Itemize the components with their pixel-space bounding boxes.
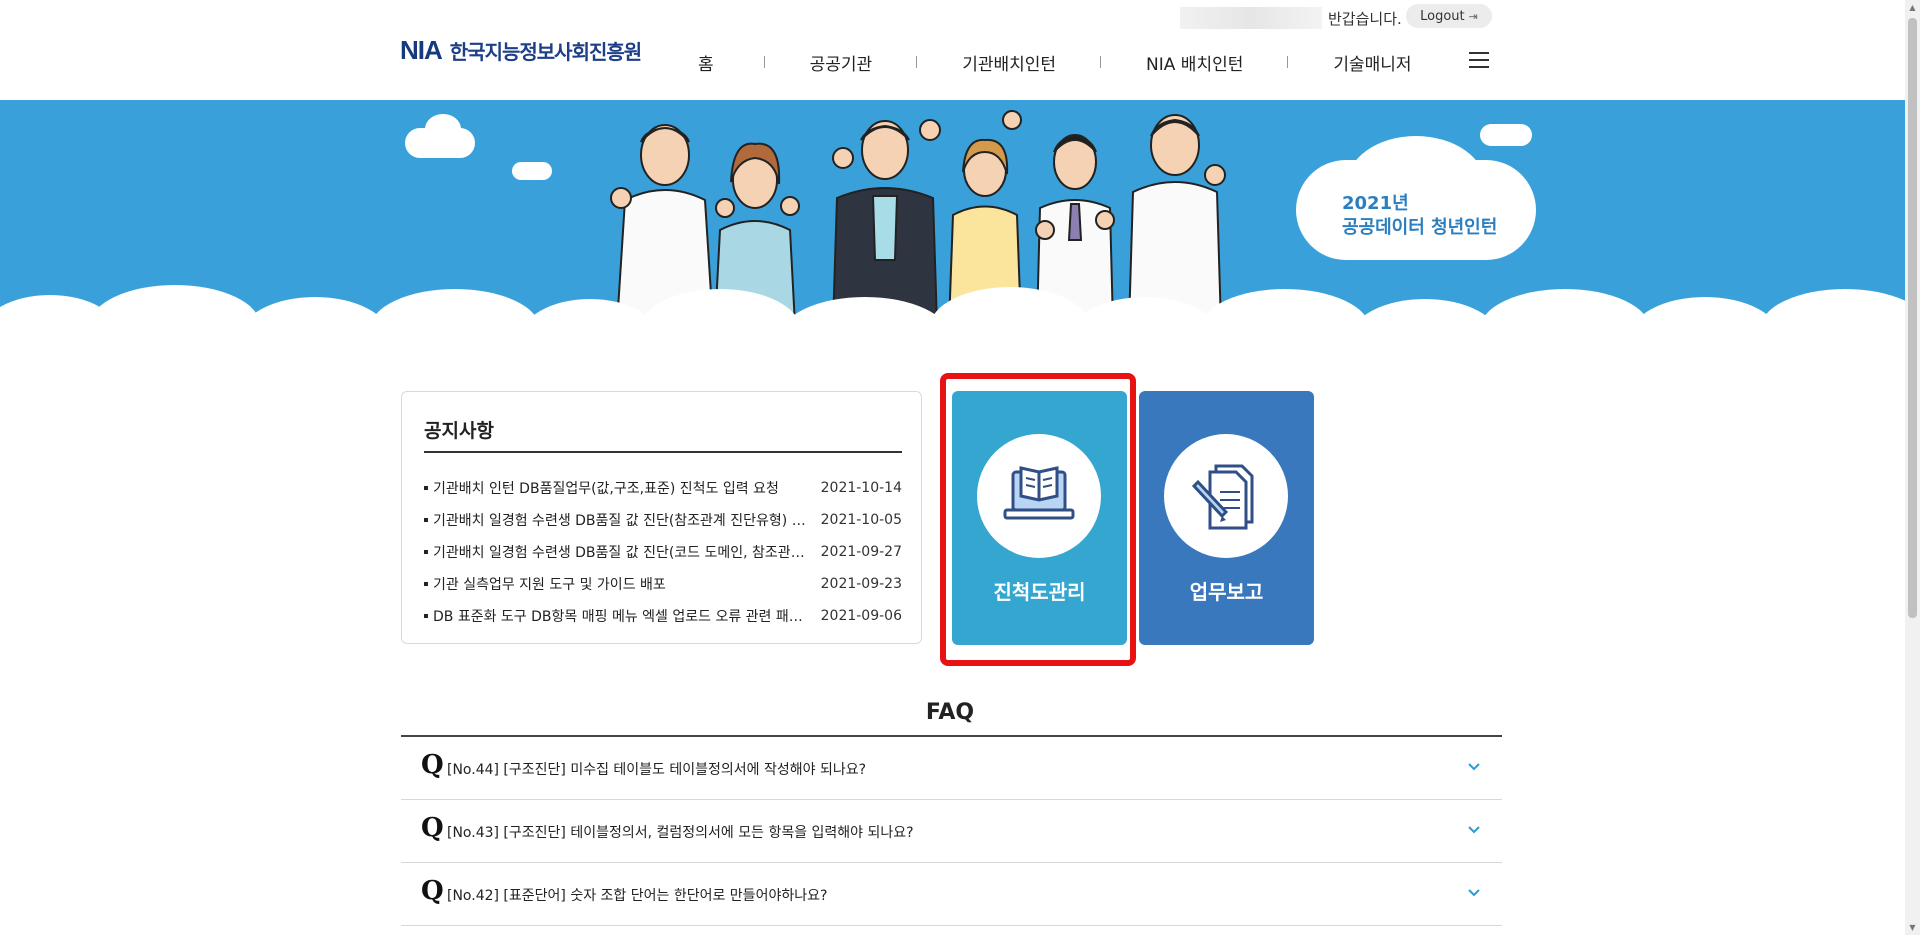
chevron-down-icon[interactable] [1468, 761, 1480, 773]
vertical-scrollbar[interactable]: ▲ ▼ [1905, 0, 1920, 935]
nav-item-agency-intern[interactable]: 기관배치인턴 [962, 50, 1056, 75]
nav-divider [916, 56, 918, 68]
main-nav: 홈 공공기관 기관배치인턴 NIA 배치인턴 기술매니저 [680, 48, 1412, 76]
faq-question[interactable]: [No.42] [표준단어] 숫자 조합 단어는 한단어로 만들어야하나요? [447, 885, 827, 905]
notice-item-title[interactable]: 기관 실측업무 지원 도구 및 가이드 배포 [433, 574, 821, 594]
scroll-up-icon[interactable]: ▲ [1905, 0, 1920, 15]
work-report-tile[interactable]: 업무보고 [1139, 391, 1314, 645]
notice-item-date: 2021-10-14 [820, 480, 902, 496]
faq-item[interactable]: Q [No.44] [구조진단] 미수집 테이블도 테이블정의서에 작성해야 되… [401, 737, 1502, 800]
faq-q-mark: Q [421, 813, 444, 843]
faq-list: Q [No.44] [구조진단] 미수집 테이블도 테이블정의서에 작성해야 되… [401, 737, 1502, 926]
notice-item[interactable]: 기관 실측업무 지원 도구 및 가이드 배포 2021-09-23 [424, 568, 902, 600]
nia-logo[interactable]: NIA 한국지능정보사회진흥원 [400, 35, 642, 66]
notice-title[interactable]: 공지사항 [424, 416, 494, 443]
chevron-down-icon[interactable] [1468, 887, 1480, 899]
user-bar: 반갑습니다. Logout ⇥ [1180, 4, 1492, 29]
notice-item-date: 2021-09-27 [820, 544, 902, 560]
faq-title: FAQ [925, 700, 975, 725]
faq-question[interactable]: [No.44] [구조진단] 미수집 테이블도 테이블정의서에 작성해야 되나요… [447, 759, 866, 779]
scrollbar-thumb[interactable] [1908, 18, 1917, 618]
faq-item[interactable]: Q [No.42] [표준단어] 숫자 조합 단어는 한단어로 만들어야하나요? [401, 863, 1502, 926]
faq-q-mark: Q [421, 876, 444, 906]
notice-item-title[interactable]: DB 표준화 도구 DB항목 매핑 메뉴 엑셀 업로드 오류 관련 패치 … [433, 606, 821, 626]
hamburger-menu-icon[interactable] [1469, 52, 1489, 68]
nav-item-home[interactable]: 홈 [698, 50, 714, 75]
tile-icon-circle [1164, 434, 1288, 558]
cloud-icon [1480, 124, 1532, 146]
logo-mark: NIA [400, 35, 443, 65]
notice-item[interactable]: 기관배치 일경험 수련생 DB품질 값 진단(코드 도메인, 참조관계… 202… [424, 536, 902, 568]
notice-item-title[interactable]: 기관배치 인턴 DB품질업무(값,구조,표준) 진척도 입력 요청 [433, 478, 821, 498]
faq-question[interactable]: [No.43] [구조진단] 테이블정의서, 컬럼정의서에 모든 항목을 입력해… [447, 822, 914, 842]
scroll-down-icon[interactable]: ▼ [1905, 920, 1920, 935]
greeting-text: 반갑습니다. [1328, 10, 1402, 28]
logout-button[interactable]: Logout ⇥ [1406, 4, 1492, 28]
document-pen-icon [1191, 464, 1254, 530]
notice-item-date: 2021-09-23 [820, 576, 902, 592]
nav-item-tech-manager[interactable]: 기술매니저 [1333, 50, 1411, 75]
notice-item-date: 2021-09-06 [820, 608, 902, 624]
logout-label: Logout [1420, 8, 1465, 24]
faq-item[interactable]: Q [No.43] [구조진단] 테이블정의서, 컬럼정의서에 모든 항목을 입… [401, 800, 1502, 863]
notice-list: 기관배치 인턴 DB품질업무(값,구조,표준) 진척도 입력 요청 2021-1… [424, 472, 902, 632]
nav-item-nia-intern[interactable]: NIA 배치인턴 [1146, 50, 1243, 75]
notice-item-title[interactable]: 기관배치 일경험 수련생 DB품질 값 진단(코드 도메인, 참조관계… [433, 542, 821, 562]
notice-item-title[interactable]: 기관배치 일경험 수련생 DB품질 값 진단(참조관계 진단유형) … [433, 510, 821, 530]
logout-icon: ⇥ [1468, 9, 1478, 23]
site-header: 반갑습니다. Logout ⇥ NIA 한국지능정보사회진흥원 홈 공공기관 기… [0, 0, 1920, 100]
notice-board: 공지사항 기관배치 인턴 DB품질업무(값,구조,표준) 진척도 입력 요청 2… [401, 391, 922, 644]
progress-management-tile[interactable]: 진척도관리 [952, 391, 1127, 645]
tile-icon-circle [977, 434, 1101, 558]
banner-text: 2021년 공공데이터 청년인턴 [1342, 192, 1497, 240]
cloud-icon [512, 162, 552, 180]
bullet-icon [424, 486, 428, 490]
faq-q-mark: Q [421, 750, 444, 780]
divider [424, 451, 902, 453]
tile-label: 업무보고 [1189, 580, 1264, 604]
nav-divider [1100, 56, 1102, 68]
notice-item[interactable]: DB 표준화 도구 DB항목 매핑 메뉴 엑셀 업로드 오류 관련 패치 … 2… [424, 600, 902, 632]
bullet-icon [424, 582, 428, 586]
page: 반갑습니다. Logout ⇥ NIA 한국지능정보사회진흥원 홈 공공기관 기… [0, 0, 1920, 935]
notice-item[interactable]: 기관배치 인턴 DB품질업무(값,구조,표준) 진척도 입력 요청 2021-1… [424, 472, 902, 504]
bullet-icon [424, 518, 428, 522]
masked-username [1180, 7, 1322, 29]
tile-label: 진척도관리 [993, 580, 1086, 604]
notice-item-date: 2021-10-05 [820, 512, 902, 528]
bullet-icon [424, 550, 428, 554]
bullet-icon [424, 614, 428, 618]
nav-item-public-agency[interactable]: 공공기관 [810, 50, 873, 75]
nav-divider [763, 56, 765, 68]
chevron-down-icon[interactable] [1468, 824, 1480, 836]
cloud-border [0, 285, 1905, 325]
laptop-book-icon [1003, 466, 1075, 520]
cloud-icon [425, 114, 461, 144]
logo-text: 한국지능정보사회진흥원 [449, 40, 642, 64]
nav-divider [1287, 56, 1289, 68]
hero-banner: 2021년 공공데이터 청년인턴 [0, 100, 1905, 325]
banner-line1: 2021년 [1342, 193, 1409, 214]
notice-item[interactable]: 기관배치 일경험 수련생 DB품질 값 진단(참조관계 진단유형) … 2021… [424, 504, 902, 536]
banner-line2: 공공데이터 청년인턴 [1342, 217, 1498, 238]
